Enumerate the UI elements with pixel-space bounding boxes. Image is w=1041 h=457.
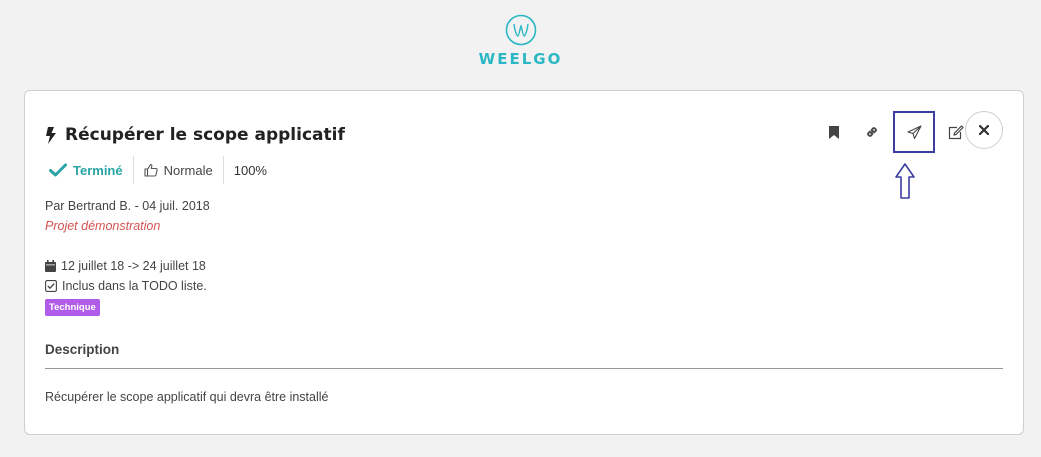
task-card: Récupérer le scope applicatif Terminé No…: [24, 90, 1024, 435]
action-toolbar: [815, 111, 975, 153]
close-button[interactable]: [965, 111, 1003, 149]
send-icon: [906, 124, 922, 139]
todo-text: Inclus dans la TODO liste.: [62, 279, 207, 293]
link-icon: [867, 127, 877, 137]
status-badge[interactable]: Terminé: [45, 156, 134, 184]
bolt-icon: [46, 126, 56, 144]
check-icon: [49, 163, 67, 177]
edit-icon: [948, 124, 964, 139]
close-icon: [979, 125, 989, 135]
status-label: Terminé: [73, 162, 123, 178]
tag-badge: Technique: [45, 299, 100, 316]
task-title: Récupérer le scope applicatif: [65, 125, 345, 145]
bookmark-icon: [829, 125, 839, 139]
arrow-up-icon: [895, 163, 915, 199]
divider: [45, 368, 1003, 369]
status-row: Terminé Normale 100%: [45, 155, 277, 185]
brand-name: WEELGO: [478, 50, 563, 68]
progress-value: 100%: [224, 156, 277, 184]
description-text: Récupérer le scope applicatif qui devra …: [45, 390, 329, 404]
send-button[interactable]: [893, 111, 935, 153]
todo-line: Inclus dans la TODO liste.: [45, 279, 207, 293]
bookmark-button[interactable]: [815, 113, 853, 151]
task-title-row: Récupérer le scope applicatif: [45, 125, 345, 145]
calendar-icon: [45, 260, 56, 272]
app-logo: WEELGO: [0, 14, 1041, 68]
link-button[interactable]: [853, 113, 891, 151]
author-line: Par Bertrand B. - 04 juil. 2018: [45, 199, 210, 213]
date-range-text: 12 juillet 18 -> 24 juillet 18: [61, 259, 206, 273]
project-link[interactable]: Projet démonstration: [45, 219, 160, 233]
priority-label: Normale: [163, 162, 213, 178]
progress-label: 100%: [233, 162, 267, 178]
priority-badge[interactable]: Normale: [134, 156, 224, 184]
description-heading: Description: [45, 342, 120, 357]
checkbox-checked-icon: [45, 280, 57, 292]
date-range: 12 juillet 18 -> 24 juillet 18: [45, 259, 206, 273]
weelgo-logo-icon: [505, 14, 536, 46]
thumbs-up-icon: [144, 163, 158, 177]
